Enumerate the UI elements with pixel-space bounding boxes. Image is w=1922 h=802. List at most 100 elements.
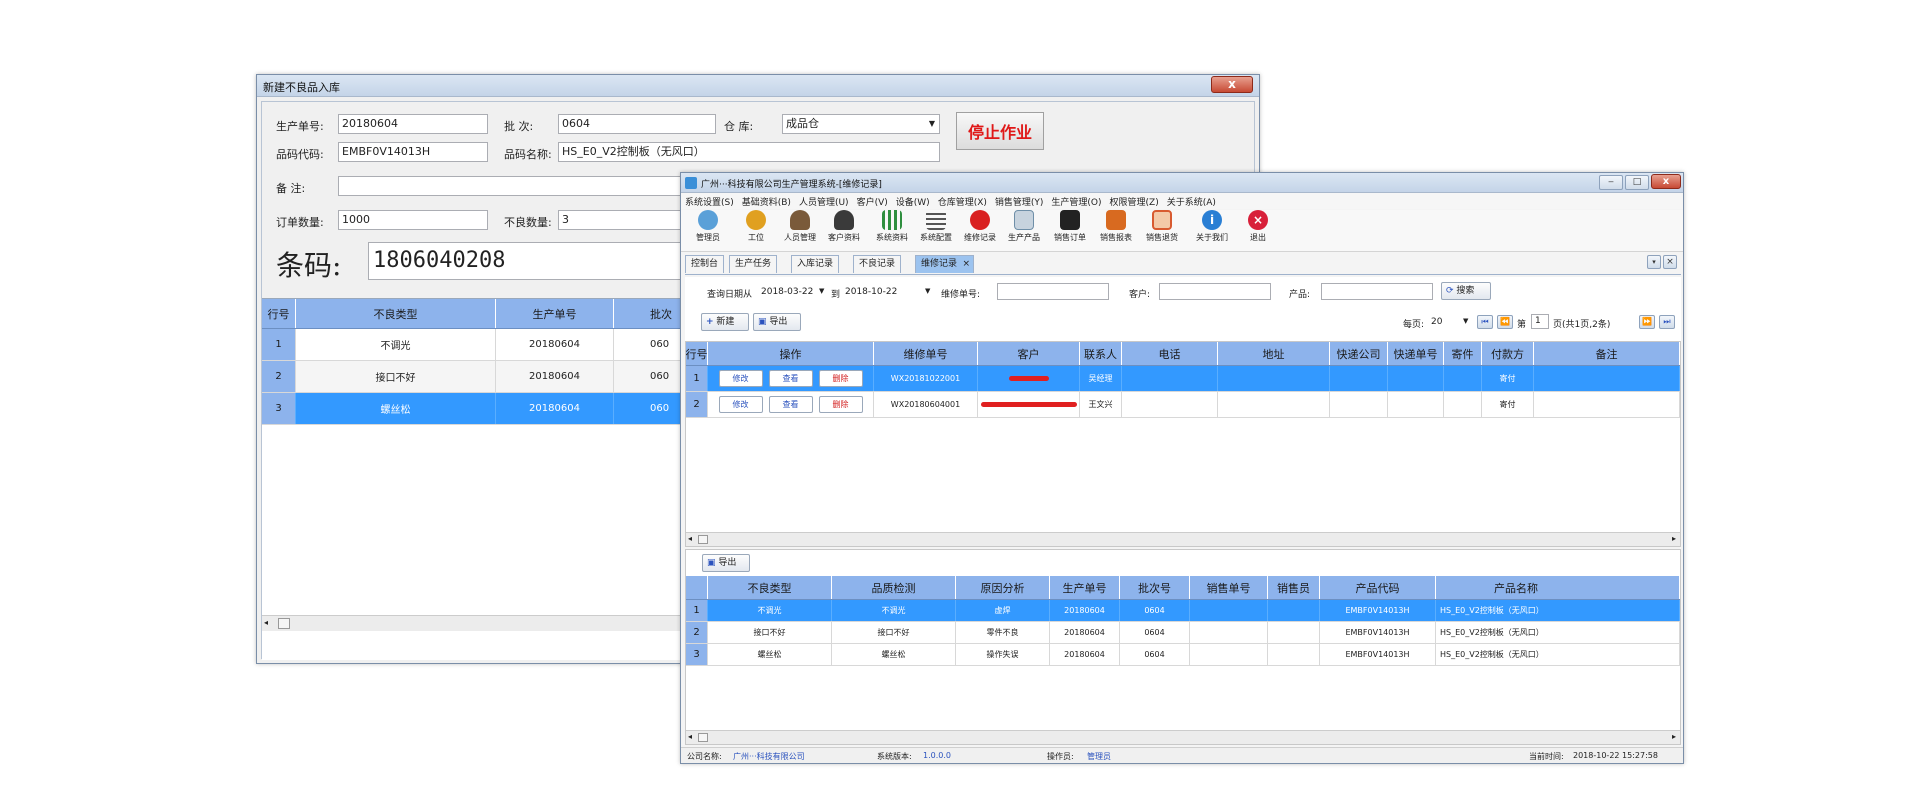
new-button[interactable]: + 新建	[701, 313, 749, 331]
detail-export-button[interactable]: ▣ 导出	[702, 554, 750, 572]
col-header-courier[interactable]: 快递公司	[1330, 342, 1388, 365]
customer-filter-input[interactable]	[1159, 283, 1271, 300]
tab-list-button[interactable]: ▾	[1647, 255, 1661, 269]
delete-button[interactable]: 删除	[818, 396, 863, 413]
prev-page-button[interactable]: ⏪	[1497, 315, 1513, 329]
minimize-button[interactable]: ‒	[1599, 175, 1623, 190]
delete-button[interactable]: 删除	[818, 370, 863, 387]
repair-no-input[interactable]	[997, 283, 1109, 300]
toolbar-sales-return[interactable]: 销售退货	[1141, 210, 1183, 250]
search-button[interactable]: ⟳ 搜索	[1441, 282, 1491, 300]
batch-field[interactable]: 0604	[558, 114, 716, 134]
production-no-field[interactable]: 20180604	[338, 114, 488, 134]
page-input[interactable]: 1	[1531, 314, 1549, 329]
col-header-quality-check[interactable]: 品质检测	[832, 576, 956, 599]
tab-close-button[interactable]: ×	[1663, 255, 1677, 269]
toolbar-product[interactable]: 生产产品	[1003, 210, 1045, 250]
toolbar-config[interactable]: 系统配置	[915, 210, 957, 250]
col-header-defect-type[interactable]: 不良类型	[708, 576, 832, 599]
view-button[interactable]: 查看	[768, 396, 813, 413]
toolbar-staff[interactable]: 人员管理	[779, 210, 821, 250]
tab-defect-records[interactable]: 不良记录	[853, 255, 902, 273]
col-header-production-no[interactable]: 生产单号	[496, 299, 614, 328]
maximize-button[interactable]: □	[1625, 175, 1649, 190]
col-header-remark[interactable]: 备注	[1534, 342, 1680, 365]
col-header-customer[interactable]: 客户	[978, 342, 1080, 365]
view-button[interactable]: 查看	[768, 370, 813, 387]
horizontal-scrollbar[interactable]: ◂ ▸	[686, 730, 1680, 744]
next-page-button[interactable]: ⏩	[1639, 315, 1655, 329]
col-header-send[interactable]: 寄件	[1444, 342, 1482, 365]
close-tab-icon[interactable]: ×	[962, 256, 970, 272]
col-header-sales-no[interactable]: 销售单号	[1190, 576, 1268, 599]
menu-sales[interactable]: 销售管理(Y)	[991, 193, 1048, 209]
tab-console[interactable]: 控制台	[685, 255, 725, 273]
export-button[interactable]: ▣ 导出	[753, 313, 801, 331]
table-row[interactable]: 1 修改 查看 删除 WX20181022001 吴经理 寄付	[686, 366, 1680, 392]
table-row[interactable]: 1 不调光 不调光 虚焊 20180604 0604 EMBF0V14013H …	[686, 600, 1680, 622]
toolbar-admin[interactable]: 管理员	[687, 210, 729, 250]
menu-permission[interactable]: 权限管理(Z)	[1106, 193, 1163, 209]
scroll-thumb[interactable]	[278, 618, 290, 629]
toolbar-customer[interactable]: 客户资料	[823, 210, 865, 250]
stop-job-button[interactable]: 停止作业	[956, 112, 1044, 150]
title-bar[interactable]: 新建不良品入库 x	[257, 75, 1259, 97]
per-page-value[interactable]: 20	[1431, 317, 1442, 327]
col-header-salesperson[interactable]: 销售员	[1268, 576, 1320, 599]
menu-equipment[interactable]: 设备(W)	[892, 193, 934, 209]
col-header-contact[interactable]: 联系人	[1080, 342, 1122, 365]
col-header-batch-no[interactable]: 批次号	[1120, 576, 1190, 599]
close-button[interactable]: x	[1211, 76, 1253, 93]
col-header-address[interactable]: 地址	[1218, 342, 1330, 365]
col-header-cause[interactable]: 原因分析	[956, 576, 1050, 599]
title-bar[interactable]: 广州···科技有限公司生产管理系统-[维修记录] ‒ □ x	[681, 173, 1683, 193]
col-header-product-code[interactable]: 产品代码	[1320, 576, 1436, 599]
tab-production-task[interactable]: 生产任务	[729, 255, 778, 273]
table-row[interactable]: 2 修改 查看 删除 WX20180604001 王文兴 寄付	[686, 392, 1680, 418]
date-to-value[interactable]: 2018-10-22	[845, 287, 897, 297]
toolbar-sales-order[interactable]: 销售订单	[1049, 210, 1091, 250]
product-name-field[interactable]: HS_E0_V2控制板（无风口）	[558, 142, 940, 162]
table-row[interactable]: 2 接口不好 接口不好 零件不良 20180604 0604 EMBF0V140…	[686, 622, 1680, 644]
toolbar-exit[interactable]: × 退出	[1237, 210, 1279, 250]
scroll-left-icon[interactable]: ◂	[688, 732, 692, 741]
product-filter-input[interactable]	[1321, 283, 1433, 300]
toolbar-sales-report[interactable]: 销售报表	[1095, 210, 1137, 250]
per-page-dropdown-icon[interactable]: ▼	[1463, 317, 1468, 325]
col-header-ops[interactable]: 操作	[708, 342, 874, 365]
menu-basic[interactable]: 基础资料(B)	[738, 193, 795, 209]
col-header-row-no[interactable]: 行号	[686, 342, 708, 365]
first-page-button[interactable]: ⏮	[1477, 315, 1493, 329]
toolbar-workstation[interactable]: 工位	[735, 210, 777, 250]
edit-button[interactable]: 修改	[718, 396, 763, 413]
last-page-button[interactable]: ⏭	[1659, 315, 1675, 329]
scroll-left-icon[interactable]: ◂	[264, 618, 268, 627]
toolbar-repair[interactable]: 维修记录	[959, 210, 1001, 250]
date-to-dropdown-icon[interactable]: ▼	[925, 287, 930, 295]
horizontal-scrollbar[interactable]: ◂ ▸	[686, 532, 1680, 546]
scroll-thumb[interactable]	[698, 733, 708, 742]
menu-customer[interactable]: 客户(V)	[853, 193, 892, 209]
order-qty-field[interactable]: 1000	[338, 210, 488, 230]
col-header-defect-type[interactable]: 不良类型	[296, 299, 496, 328]
warehouse-select[interactable]: 成品仓 ▼	[782, 114, 940, 134]
col-header-phone[interactable]: 电话	[1122, 342, 1218, 365]
col-header-row-no[interactable]	[686, 576, 708, 599]
col-header-row-no[interactable]: 行号	[262, 299, 296, 328]
toolbar-about[interactable]: i 关于我们	[1191, 210, 1233, 250]
scroll-right-icon[interactable]: ▸	[1672, 534, 1676, 543]
date-from-value[interactable]: 2018-03-22	[761, 287, 813, 297]
col-header-payer[interactable]: 付款方	[1482, 342, 1534, 365]
scroll-right-icon[interactable]: ▸	[1672, 732, 1676, 741]
col-header-tracking[interactable]: 快递单号	[1388, 342, 1444, 365]
close-button[interactable]: x	[1651, 174, 1681, 189]
col-header-production-no[interactable]: 生产单号	[1050, 576, 1120, 599]
tab-stock-in[interactable]: 入库记录	[791, 255, 840, 273]
menu-production[interactable]: 生产管理(O)	[1047, 193, 1105, 209]
product-code-field[interactable]: EMBF0V14013H	[338, 142, 488, 162]
menu-system[interactable]: 系统设置(S)	[681, 193, 738, 209]
col-header-product-name[interactable]: 产品名称	[1436, 576, 1680, 599]
edit-button[interactable]: 修改	[718, 370, 763, 387]
toolbar-system-data[interactable]: 系统资料	[871, 210, 913, 250]
menu-staff[interactable]: 人员管理(U)	[795, 193, 853, 209]
